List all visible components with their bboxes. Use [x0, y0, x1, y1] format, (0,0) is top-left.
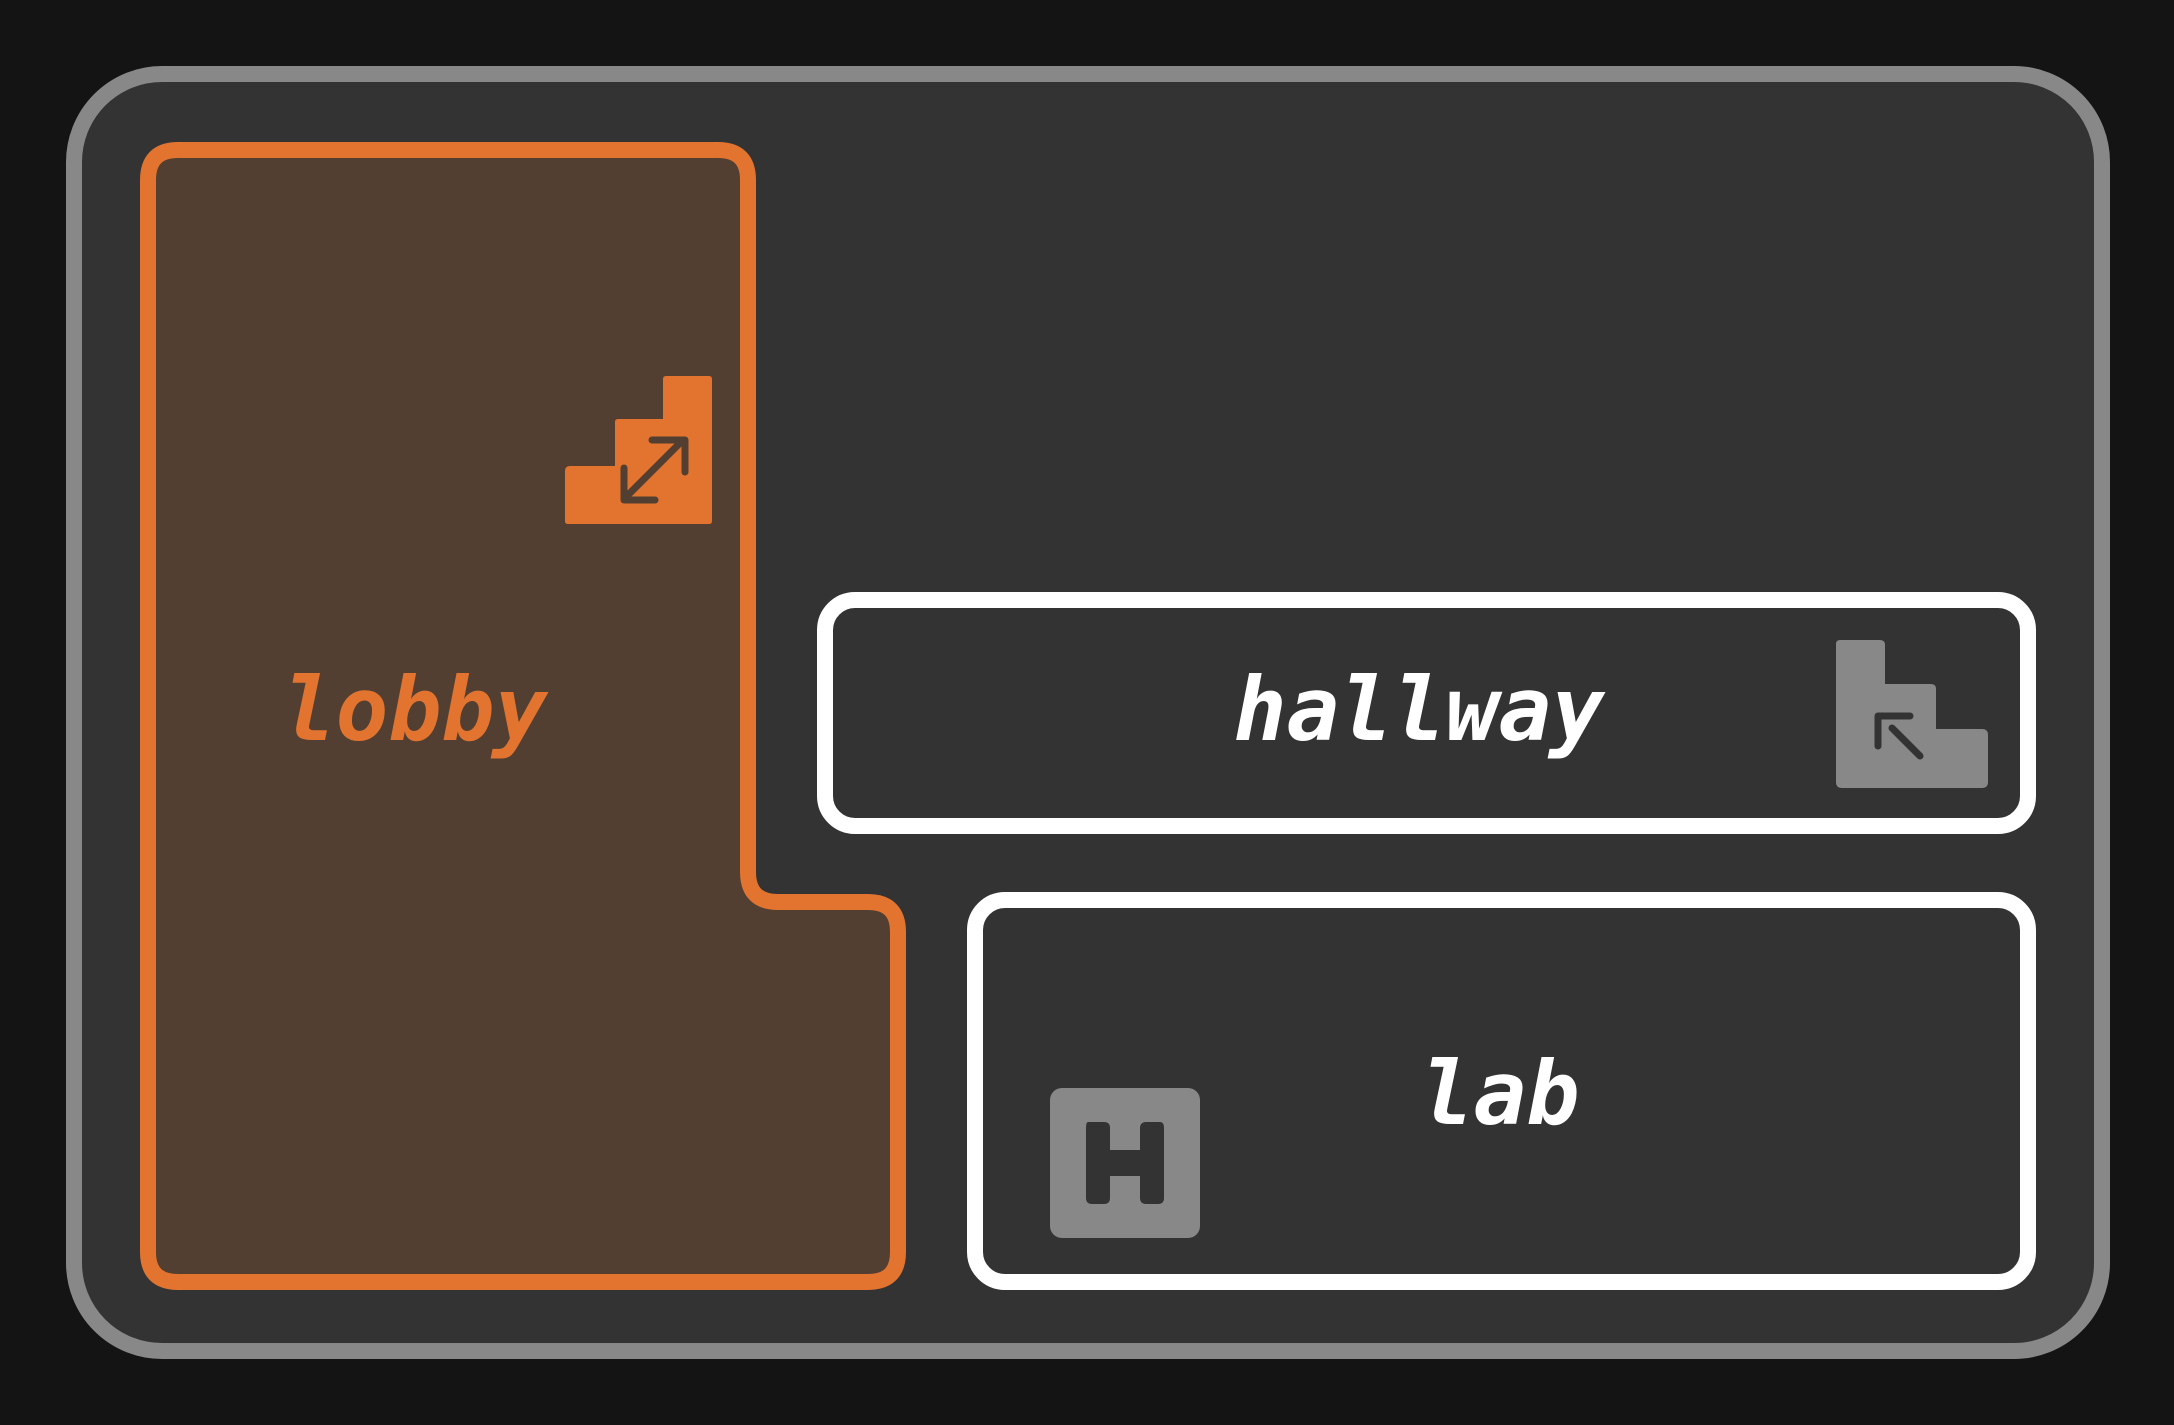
- floor-plan-canvas: lobby hallway lab: [66, 66, 2110, 1359]
- helipad-icon: [1050, 1088, 1200, 1238]
- room-lobby-label: lobby: [283, 658, 550, 761]
- room-lab[interactable]: lab: [967, 892, 2036, 1290]
- room-hallway[interactable]: hallway: [817, 592, 2036, 834]
- room-lab-label: lab: [1421, 1042, 1580, 1145]
- room-hallway-label: hallway: [1234, 658, 1607, 761]
